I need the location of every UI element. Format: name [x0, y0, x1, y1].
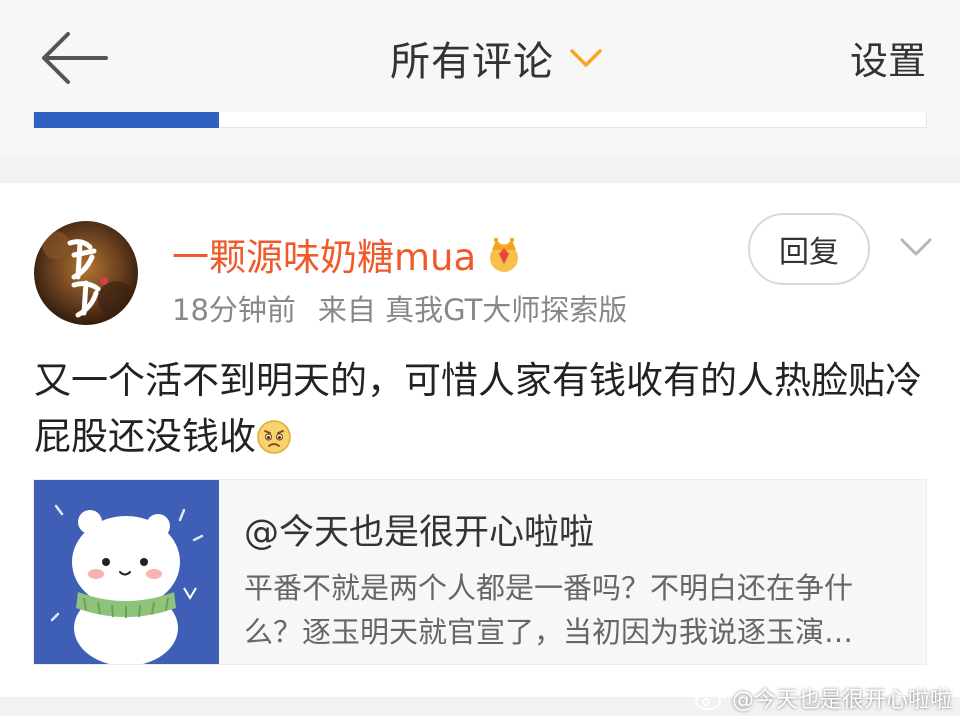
reply-button[interactable]: 回复 — [748, 213, 870, 285]
username[interactable]: 一颗源味奶糖mua — [172, 227, 476, 281]
settings-button[interactable]: 设置 — [850, 30, 926, 85]
comment-body: 又一个活不到明天的，可惜人家有钱收有的人热脸贴冷屁股还没钱收 — [34, 353, 924, 465]
comment-text: 又一个活不到明天的，可惜人家有钱收有的人热脸贴冷屁股还没钱收 — [34, 359, 922, 458]
comment-item: 一颗源味奶糖mua 18分钟前 来自 真我GT大师探索版 回复 又一个活不到明天… — [0, 183, 960, 697]
quoted-text-line: 么？逐玉明天就官宣了，当初因为我说逐玉演… — [244, 615, 854, 649]
top-bar: 所有评论 设置 — [0, 0, 960, 156]
quoted-text-line: 平番不就是两个人都是一番吗？不明白还在争什 — [244, 571, 854, 605]
back-button[interactable] — [38, 30, 110, 86]
comment-filter-dropdown[interactable]: 所有评论 — [390, 28, 604, 88]
previous-comment-card[interactable] — [33, 112, 927, 128]
comment-meta: 18分钟前 来自 真我GT大师探索版 — [172, 287, 627, 329]
page-title: 所有评论 — [390, 39, 554, 85]
watermark-text: @今天也是很开心啦啦 — [731, 688, 952, 713]
quoted-post-thumbnail — [34, 480, 219, 664]
crown-icon — [490, 237, 519, 272]
avatar-image — [34, 221, 138, 325]
chevron-down-icon — [570, 49, 602, 67]
quoted-text: 平番不就是两个人都是一番吗？不明白还在争什 么？逐玉明天就官宣了，当初因为我说逐… — [244, 566, 918, 654]
previous-card-thumbnail — [34, 112, 219, 128]
chevron-down-icon[interactable] — [898, 233, 934, 261]
weibo-watermark: @今天也是很开心啦啦 — [694, 682, 952, 714]
quoted-author: @今天也是很开心啦啦 — [244, 513, 595, 553]
avatar[interactable] — [34, 221, 138, 325]
worried-face-icon — [257, 420, 291, 454]
comment-time: 18分钟前 — [172, 293, 296, 327]
quoted-post-card[interactable]: @今天也是很开心啦啦 平番不就是两个人都是一番吗？不明白还在争什 么？逐玉明天就… — [33, 479, 927, 665]
bear-illustration — [34, 480, 219, 664]
comment-source: 来自 真我GT大师探索版 — [317, 293, 628, 327]
username-row: 一颗源味奶糖mua — [172, 227, 524, 281]
arrow-left-icon — [42, 32, 108, 84]
weibo-icon — [694, 689, 726, 710]
